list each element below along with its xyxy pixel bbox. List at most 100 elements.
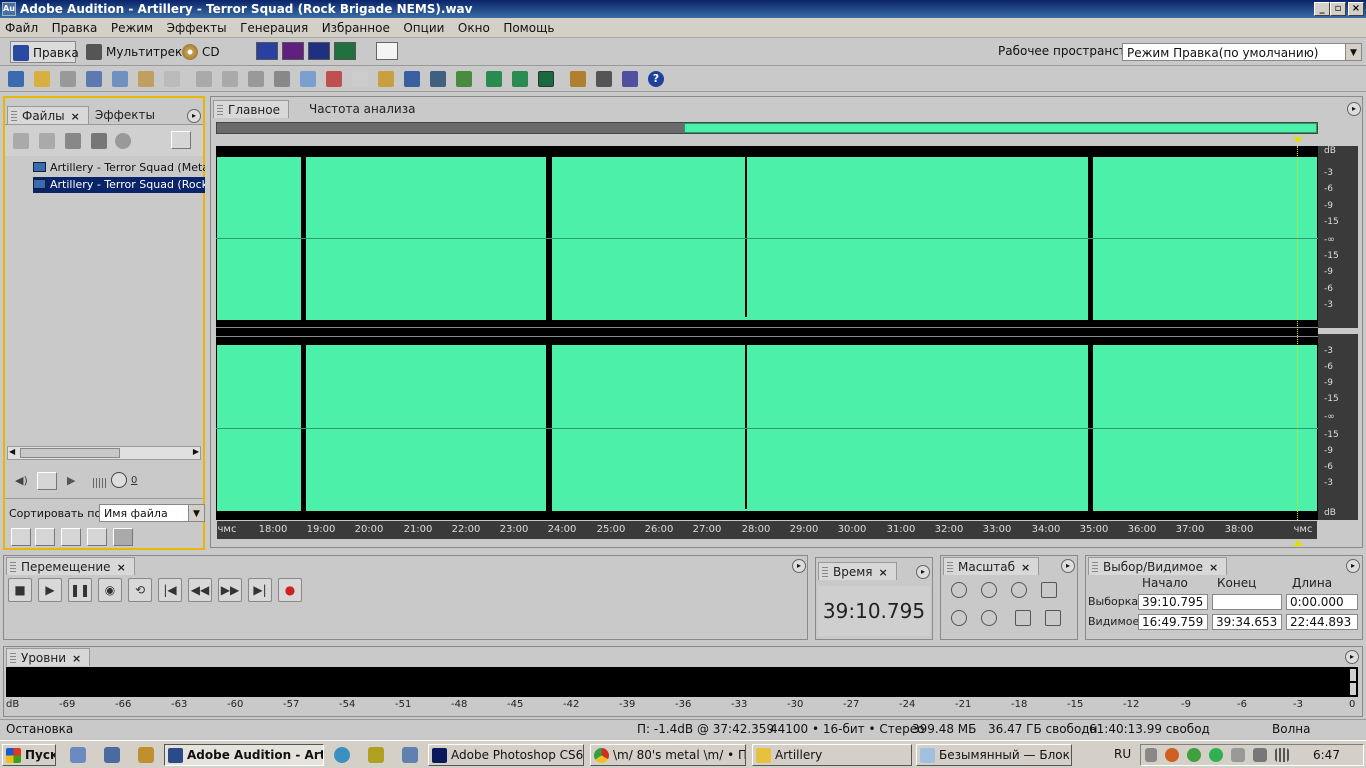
panel-menu-icon[interactable]: ▸ [916,565,930,579]
copy-new-icon[interactable] [300,71,316,87]
tray-volume-icon[interactable] [1253,748,1267,762]
task-folder[interactable]: Artillery [752,744,912,766]
show-options-icon[interactable] [171,131,191,149]
zoom-out-icon[interactable] [981,582,997,598]
repeat-icon[interactable] [248,71,264,87]
menu-window[interactable]: Окно [453,18,495,38]
edit-mode-button[interactable]: Правка [10,41,79,63]
clip-indicator[interactable] [1350,669,1356,681]
panel-menu-icon[interactable]: ▸ [1347,102,1361,116]
go-to-start-button[interactable]: |◀ [158,578,182,602]
playhead-marker-icon[interactable] [1293,137,1303,143]
paste-icon[interactable] [378,71,394,87]
menu-favorites[interactable]: Избранное [317,18,395,38]
panel-menu-icon[interactable]: ▸ [1345,650,1359,664]
cd-mode-button[interactable]: CD [180,41,226,63]
cd-small-icon[interactable] [139,528,159,546]
quick-launch-icon[interactable] [138,747,154,763]
tab-time[interactable]: Время × [818,562,897,580]
view-length-field[interactable]: 22:44.893 [1286,614,1358,630]
tab-main[interactable]: Главное [213,100,289,118]
visible-range[interactable] [684,123,1317,133]
snap-markers-icon[interactable] [512,71,528,87]
metronome-icon[interactable] [596,71,612,87]
start-button[interactable]: Пуск [2,744,56,766]
go-to-end-button[interactable]: ▶| [248,578,272,602]
selection-length-field[interactable]: 0:00.000 [1286,594,1358,610]
import-icon[interactable] [13,133,29,149]
menu-help[interactable]: Помощь [498,18,559,38]
close-icon[interactable]: × [72,652,81,665]
bridge-icon[interactable] [164,71,180,87]
panel-menu-icon[interactable]: ▸ [187,109,201,123]
selection-end-field[interactable] [1212,594,1282,610]
close-icon[interactable]: × [1209,561,1218,574]
minimize-button[interactable]: _ [1314,2,1330,16]
menu-edit[interactable]: Правка [47,18,103,38]
waveform-view-button[interactable] [256,42,278,60]
maximize-button[interactable]: ▫ [1330,2,1346,16]
file-info-icon[interactable] [138,71,154,87]
snap-ruler-icon[interactable] [486,71,502,87]
save-all-icon[interactable] [86,71,102,87]
stop-button[interactable]: ■ [8,578,32,602]
rewind-button[interactable]: ◀◀ [188,578,212,602]
cut-icon[interactable] [326,71,342,87]
menu-options[interactable]: Опции [398,18,449,38]
help-icon[interactable]: ? [648,71,664,87]
overview-bar[interactable] [216,122,1318,134]
mix-paste-icon[interactable] [430,71,446,87]
play-button[interactable]: ▶ [38,578,62,602]
tray-signal-icon[interactable] [1275,748,1289,762]
pan-view-button[interactable] [308,42,330,60]
redo-icon[interactable] [222,71,238,87]
tab-levels[interactable]: Уровни × [6,648,91,666]
move-tool[interactable] [404,42,426,60]
tool-icon[interactable] [368,747,384,763]
clip-indicator[interactable] [1350,683,1356,695]
undo-icon[interactable] [196,71,212,87]
loop-icon[interactable] [37,472,57,490]
volume-knob[interactable] [111,472,127,488]
task-audition[interactable]: Adobe Audition - Artil... [164,744,324,766]
time-ruler[interactable]: чмс 18:00 19:00 20:00 21:00 22:00 23:00 … [217,521,1317,539]
tray-arrow-icon[interactable] [1145,748,1157,762]
record-button[interactable]: ● [278,578,302,602]
language-indicator[interactable]: RU [1114,747,1131,761]
panel-menu-icon[interactable]: ▸ [792,559,806,573]
lightning-icon[interactable] [622,71,638,87]
multitrack-mode-button[interactable]: Мультитрек [84,41,182,63]
autoplay-icon[interactable]: ◀) [15,474,31,488]
workspace-select[interactable]: Режим Правка(по умолчанию) ▼ [1122,43,1362,61]
save-selection-icon[interactable] [112,71,128,87]
insert-cd-icon[interactable] [91,133,107,149]
menu-effects[interactable]: Эффекты [162,18,232,38]
view-start-field[interactable]: 16:49.759 [1138,614,1208,630]
snap-zero-icon[interactable] [538,71,554,87]
close-icon[interactable]: × [117,561,126,574]
tray-network-icon[interactable] [1187,748,1201,762]
zoom-left-icon[interactable] [951,610,967,626]
media-player-icon[interactable] [104,747,120,763]
desktop-icon[interactable] [70,747,86,763]
fast-forward-button[interactable]: ▶▶ [218,578,242,602]
app-icon[interactable] [402,747,418,763]
list-item[interactable]: Artillery - Terror Squad (Rock Brigade N… [33,177,205,193]
open-icon[interactable] [34,71,50,87]
playhead-marker-icon[interactable] [1293,540,1303,546]
close-icon[interactable]: × [879,566,888,579]
tab-effects[interactable]: Эффекты [81,106,163,124]
explorer-icon[interactable] [334,747,350,763]
filter-show-icon[interactable] [113,528,133,546]
zoom-selection-icon[interactable] [1041,582,1057,598]
zoom-in-vertical-icon[interactable] [1015,610,1031,626]
close-button[interactable]: × [1348,2,1364,16]
playhead[interactable] [1297,146,1298,520]
edit-file-icon[interactable] [115,133,131,149]
task-photoshop[interactable]: Adobe Photoshop CS6 E... [428,744,584,766]
scroll-left-icon[interactable]: ◀ [9,447,15,456]
close-icon[interactable]: × [71,110,80,123]
time-selection-tool[interactable] [376,42,398,60]
spectral-view-button[interactable] [282,42,304,60]
zoom-right-icon[interactable] [981,610,997,626]
